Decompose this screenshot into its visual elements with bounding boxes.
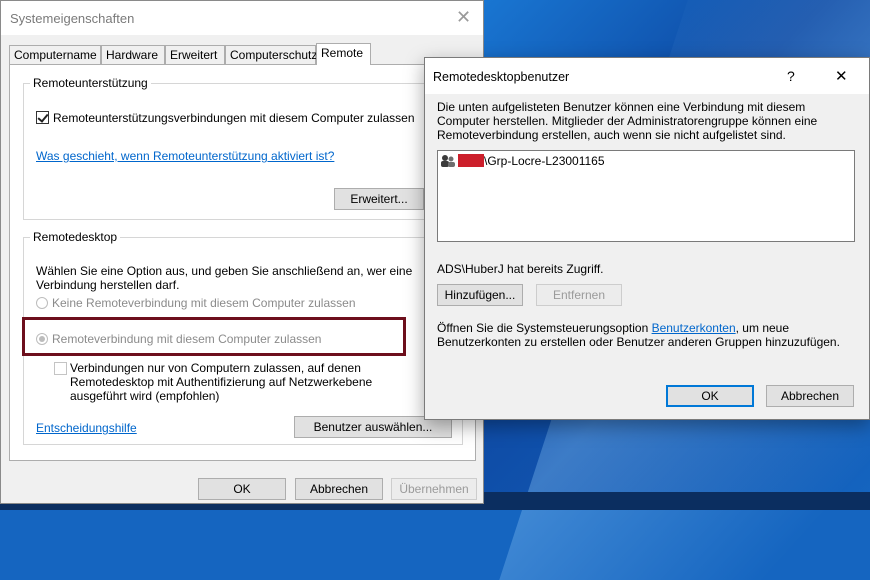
remove-user-button[interactable]: Entfernen bbox=[536, 284, 622, 306]
rdp-users-description: Die unten aufgelisteten Benutzer können … bbox=[437, 100, 818, 142]
cancel-button[interactable]: Abbrechen bbox=[295, 478, 383, 500]
help-icon[interactable]: ? bbox=[787, 68, 795, 84]
user-entry-label: \Grp-Locre-L23001165 bbox=[484, 154, 605, 168]
advanced-button[interactable]: Erweitert... bbox=[334, 188, 424, 210]
radio-no-remote-label[interactable]: Keine Remoteverbindung mit diesem Comput… bbox=[52, 296, 356, 310]
ok-button[interactable]: OK bbox=[198, 478, 286, 500]
user-accounts-link[interactable]: Benutzerkonten bbox=[652, 321, 736, 335]
tab-erweitert[interactable]: Erweitert bbox=[165, 45, 225, 64]
radio-no-remote[interactable] bbox=[36, 297, 48, 309]
rdp-cancel-button[interactable]: Abbrechen bbox=[766, 385, 854, 407]
decision-help-link[interactable]: Entscheidungshilfe bbox=[36, 421, 137, 435]
remote-support-checkbox-label[interactable]: Remoteunterstützungsverbindungen mit die… bbox=[53, 111, 415, 125]
tab-computername[interactable]: Computername bbox=[9, 45, 101, 64]
access-note: ADS\HuberJ hat bereits Zugriff. bbox=[437, 262, 604, 276]
users-listbox[interactable]: \Grp-Locre-L23001165 bbox=[437, 150, 855, 242]
remote-support-checkbox[interactable] bbox=[36, 111, 49, 124]
nla-checkbox[interactable] bbox=[54, 362, 67, 375]
apply-button[interactable]: Übernehmen bbox=[391, 478, 477, 500]
close-icon[interactable]: ✕ bbox=[835, 67, 848, 85]
tab-computerschutz[interactable]: Computerschutz bbox=[225, 45, 317, 64]
remote-desktop-group-label: Remotedesktop bbox=[30, 230, 121, 244]
rdp-ok-button[interactable]: OK bbox=[666, 385, 754, 407]
remote-tab-panel: Remoteunterstützung Remoteunterstützungs… bbox=[9, 64, 476, 461]
add-user-button[interactable]: Hinzufügen... bbox=[437, 284, 523, 306]
rdp-users-titlebar[interactable]: Remotedesktopbenutzer ? ✕ bbox=[425, 58, 869, 94]
user-accounts-footer: Öffnen Sie die Systemsteuerungsoption Be… bbox=[437, 321, 852, 349]
annotation-highlight-box bbox=[22, 317, 406, 356]
close-icon[interactable]: ✕ bbox=[456, 7, 471, 28]
tab-remote[interactable]: Remote bbox=[316, 43, 371, 65]
remote-support-help-link[interactable]: Was geschieht, wenn Remoteunterstützung … bbox=[36, 149, 334, 163]
rdp-users-title: Remotedesktopbenutzer bbox=[433, 70, 570, 84]
tab-hardware[interactable]: Hardware bbox=[101, 45, 165, 64]
system-properties-titlebar[interactable]: Systemeigenschaften ✕ bbox=[1, 1, 483, 35]
system-properties-window: Systemeigenschaften ✕ Computername Hardw… bbox=[0, 0, 484, 504]
user-group-icon bbox=[441, 155, 455, 167]
system-properties-title: Systemeigenschaften bbox=[10, 11, 135, 26]
redaction-block bbox=[458, 154, 484, 167]
footer-prefix: Öffnen Sie die Systemsteuerungsoption bbox=[437, 321, 652, 335]
remote-desktop-instruction: Wählen Sie eine Option aus, und geben Si… bbox=[36, 264, 413, 292]
remote-support-group: Remoteunterstützung Remoteunterstützungs… bbox=[23, 76, 463, 220]
nla-checkbox-label[interactable]: Verbindungen nur von Computern zulassen,… bbox=[70, 361, 432, 403]
remote-support-group-label: Remoteunterstützung bbox=[30, 76, 151, 90]
list-item[interactable]: \Grp-Locre-L23001165 bbox=[438, 151, 854, 170]
rdp-users-dialog: Remotedesktopbenutzer ? ✕ Die unten aufg… bbox=[424, 57, 870, 420]
